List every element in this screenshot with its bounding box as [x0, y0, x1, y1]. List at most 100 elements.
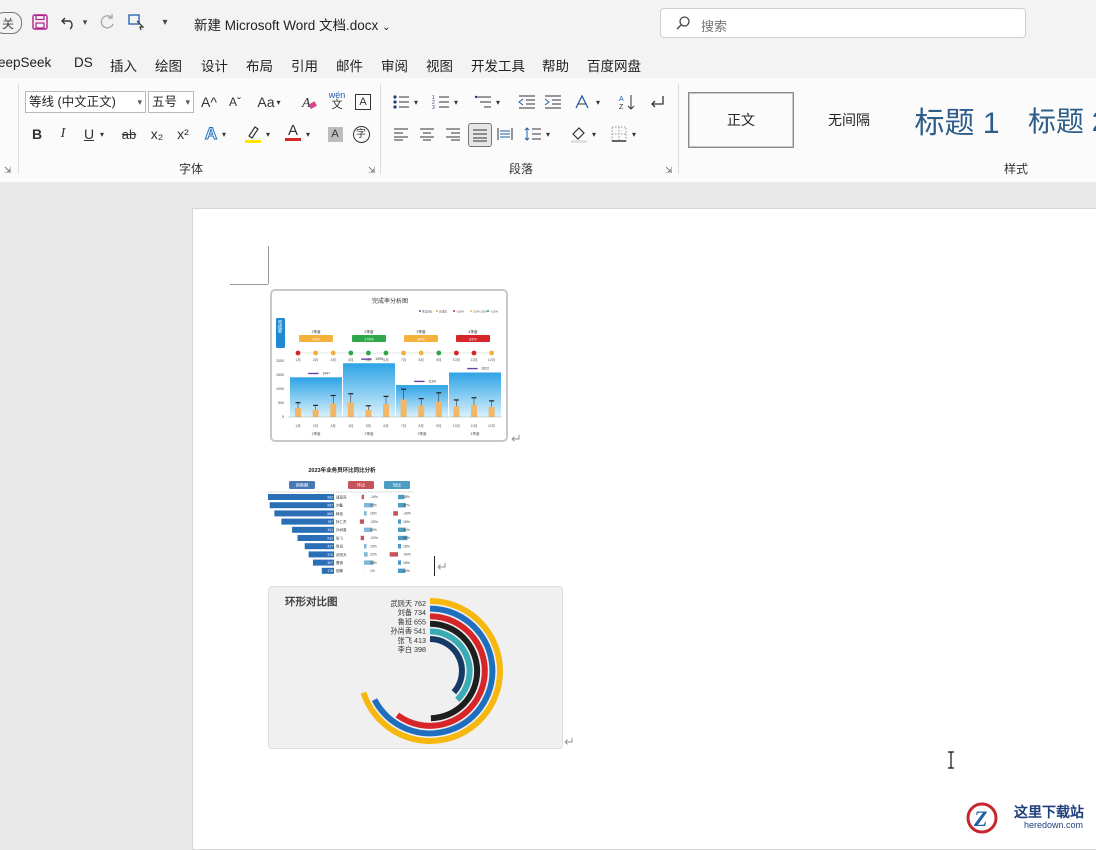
clear-format-icon[interactable]: A	[298, 91, 320, 113]
yoy-value: 18%	[403, 561, 410, 565]
superscript-button[interactable]: x²	[172, 123, 194, 145]
tab-ds[interactable]: DS	[74, 55, 93, 70]
line-spacing-dropdown-icon[interactable]: ▾	[542, 123, 554, 145]
align-right-icon[interactable]	[442, 123, 464, 145]
character-shading-icon[interactable]: A	[324, 123, 346, 145]
multilevel-dropdown-icon[interactable]: ▾	[492, 91, 504, 113]
sort-icon[interactable]: AZ	[616, 91, 638, 113]
title-bar: 关 ▾ ▾ 新建 Microsoft Word 文档.docx ⌄ 搜索	[0, 0, 1096, 46]
month-rate-dot	[384, 351, 389, 356]
tab-help[interactable]: 帮助	[542, 55, 569, 75]
sales-bar	[268, 494, 334, 500]
undo-icon[interactable]	[58, 12, 80, 32]
shrink-font-button[interactable]: Aˇ	[224, 91, 246, 113]
underline-dropdown-icon[interactable]: ▾	[96, 123, 108, 145]
phonetic-guide-button[interactable]: wén文	[326, 89, 348, 111]
shading-icon[interactable]	[568, 123, 590, 145]
chinese-layout-icon[interactable]	[572, 91, 594, 113]
style-no-spacing[interactable]: 无间隔	[796, 92, 902, 148]
tab-design[interactable]: 设计	[201, 55, 228, 75]
borders-dropdown-icon[interactable]: ▾	[628, 123, 640, 145]
quarter-target-label: 1447	[322, 371, 330, 375]
bullets-dropdown-icon[interactable]: ▾	[410, 91, 422, 113]
clipboard-dialog-launcher-icon[interactable]: ⇲	[4, 165, 12, 176]
line-spacing-icon[interactable]	[522, 123, 544, 145]
distributed-align-icon[interactable]	[494, 123, 516, 145]
font-size-combo[interactable]: 五号▾	[148, 91, 194, 113]
tab-review[interactable]: 审阅	[381, 55, 408, 75]
font-dialog-launcher-icon[interactable]: ⇲	[368, 165, 376, 176]
y-tick-label: 1500	[276, 373, 284, 377]
chinese-layout-dropdown-icon[interactable]: ▾	[592, 91, 604, 113]
multilevel-list-icon[interactable]	[472, 91, 494, 113]
svg-text:Z: Z	[973, 806, 987, 831]
customize-toolbar-icon[interactable]: ▾	[158, 12, 172, 32]
yoy-bar	[398, 560, 401, 564]
tab-layout[interactable]: 布局	[246, 55, 273, 75]
month-rate-dot	[454, 351, 459, 356]
change-case-button[interactable]: Aa▾	[254, 91, 284, 113]
close-button-partial[interactable]: 关	[0, 12, 22, 34]
tab-references[interactable]: 引用	[291, 55, 318, 75]
side-label: 完成率	[277, 319, 283, 335]
touch-mode-icon[interactable]	[126, 12, 148, 32]
svg-text:A: A	[619, 96, 624, 103]
tab-deepseek[interactable]: eepSeek	[0, 55, 51, 70]
borders-icon[interactable]	[608, 123, 630, 145]
legend-swatch	[487, 310, 489, 312]
decrease-indent-icon[interactable]	[516, 91, 538, 113]
radial-chart-svg: 武则天 762刘备 734鲁班 655孙尚香 541张飞 413李白 398	[269, 587, 562, 748]
quarter-target-label: 1164	[428, 379, 436, 383]
mom-bar	[364, 511, 367, 515]
text-effects-dropdown-icon[interactable]: ▾	[218, 123, 230, 145]
tab-draw[interactable]: 绘图	[155, 55, 182, 75]
grow-font-button[interactable]: A^	[198, 91, 220, 113]
subscript-button[interactable]: x₂	[146, 123, 168, 145]
paragraph-dialog-launcher-icon[interactable]: ⇲	[665, 165, 673, 176]
shading-dropdown-icon[interactable]: ▾	[588, 123, 600, 145]
legend-item: 季度目标	[422, 309, 433, 313]
bullets-icon[interactable]	[390, 91, 412, 113]
character-border-icon[interactable]: A	[352, 91, 374, 113]
style-normal[interactable]: 正文	[688, 92, 794, 148]
redo-icon[interactable]	[96, 12, 118, 32]
font-color-icon[interactable]: A	[282, 121, 304, 143]
month-axis-label: 11月	[471, 424, 478, 428]
month-bar	[471, 405, 477, 417]
tab-baidu-netdisk[interactable]: 百度网盘	[587, 55, 641, 75]
style-heading-2[interactable]: 标题 2	[1014, 92, 1096, 148]
align-center-icon[interactable]	[416, 123, 438, 145]
site-watermark: Z 这里下载站 heredown.com	[962, 798, 1096, 836]
tab-developer[interactable]: 开发工具	[471, 55, 525, 75]
enclose-characters-icon[interactable]: 字	[350, 123, 372, 145]
mom-bar	[361, 536, 364, 540]
tab-mailings[interactable]: 邮件	[336, 55, 363, 75]
save-icon[interactable]	[30, 12, 50, 32]
highlight-color-icon[interactable]	[242, 123, 264, 145]
svg-text:3: 3	[432, 105, 435, 110]
undo-dropdown-icon[interactable]: ▾	[80, 14, 90, 30]
highlight-dropdown-icon[interactable]: ▾	[262, 123, 274, 145]
mom-bar	[362, 495, 364, 499]
tab-view[interactable]: 视图	[426, 55, 453, 75]
salesperson-analysis-chart[interactable]: 2023年业务员环比同比分析 销售额环比同比 962诸葛亮-14%38%937刘…	[266, 462, 418, 577]
font-name-combo[interactable]: 等线 (中文正文)▾	[25, 91, 146, 113]
sales-value: 427	[327, 545, 333, 549]
show-formatting-marks-icon[interactable]	[646, 91, 668, 113]
numbering-dropdown-icon[interactable]: ▾	[450, 91, 462, 113]
style-heading-1[interactable]: 标题 1	[904, 92, 1010, 148]
increase-indent-icon[interactable]	[542, 91, 564, 113]
align-left-icon[interactable]	[390, 123, 412, 145]
completion-rate-chart[interactable]: 完成率分析图 季度目标完成率<100%100%-120%>120% 完成率 1季…	[270, 289, 508, 442]
radial-comparison-chart[interactable]: 环形对比图 武则天 762刘备 734鲁班 655孙尚香 541张飞 413李白…	[268, 586, 563, 749]
justify-icon[interactable]	[468, 123, 492, 147]
search-box[interactable]: 搜索	[660, 8, 1026, 38]
strikethrough-button[interactable]: ab	[118, 123, 140, 145]
font-color-dropdown-icon[interactable]: ▾	[302, 123, 314, 145]
numbering-icon[interactable]: 123	[430, 91, 452, 113]
sales-value: 307	[327, 561, 333, 565]
document-title[interactable]: 新建 Microsoft Word 文档.docx ⌄	[194, 14, 390, 34]
bold-button[interactable]: B	[26, 123, 48, 145]
tab-insert[interactable]: 插入	[110, 55, 137, 75]
italic-button[interactable]: I	[52, 123, 74, 145]
